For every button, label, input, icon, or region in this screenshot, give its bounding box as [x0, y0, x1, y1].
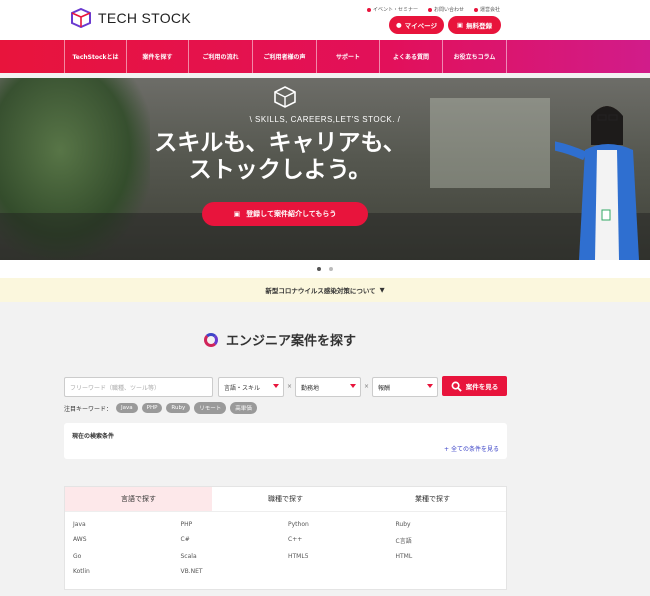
- register-button[interactable]: ▣ 無料登録: [448, 16, 501, 34]
- utility-link-events[interactable]: イベント・セミナー: [366, 6, 418, 13]
- salary-select[interactable]: 報酬: [372, 377, 438, 397]
- keyword-tag[interactable]: PHP: [141, 403, 163, 413]
- logo[interactable]: TECH STOCK: [70, 8, 191, 28]
- plus-icon: +: [444, 446, 450, 453]
- link-bullet-icon: [427, 7, 432, 12]
- logo-cube-icon: [71, 8, 91, 28]
- hero-banner: \ SKILLS, CAREERS,LET'S STOCK. / スキルも、キャ…: [0, 78, 650, 260]
- tab-language[interactable]: 言語で探す: [65, 487, 212, 512]
- site-header: TECH STOCK イベント・セミナー お問い合わせ 運営会社 ● マイページ…: [0, 0, 650, 40]
- link-bullet-icon: [473, 7, 478, 12]
- carousel-dot-1[interactable]: [317, 267, 321, 271]
- language-list: Java PHP Python Ruby AWS C# C++ C言語 Go S…: [73, 521, 503, 575]
- nav-item-search-jobs[interactable]: 案件を探す: [127, 40, 189, 73]
- id-card-icon: ▣: [233, 210, 241, 218]
- location-select[interactable]: 勤務地: [295, 377, 361, 397]
- carousel-dots: [0, 267, 650, 271]
- user-icon: ●: [395, 21, 402, 29]
- keyword-row: 注目キーワード： Java PHP Ruby リモート 高単価: [64, 402, 257, 414]
- search-submit-button[interactable]: 案件を見る: [442, 376, 507, 396]
- language-link[interactable]: VB.NET: [181, 568, 289, 575]
- caret-down-icon: ▼: [379, 286, 385, 294]
- keyword-tag[interactable]: 高単価: [230, 402, 257, 414]
- times-separator: ×: [287, 383, 293, 390]
- current-conditions-box: 現在の検索条件 + 全ての条件を見る: [64, 423, 507, 459]
- ring-icon: [204, 332, 218, 347]
- mypage-button[interactable]: ● マイページ: [389, 16, 444, 34]
- logo-text: TECH STOCK: [98, 10, 191, 26]
- nav-item-flow[interactable]: ご利用の流れ: [189, 40, 253, 73]
- nav-item-voices[interactable]: ご利用者様の声: [253, 40, 317, 73]
- id-card-icon: ▣: [456, 21, 464, 29]
- chevron-down-icon: [350, 384, 356, 388]
- keyword-tag[interactable]: リモート: [194, 402, 227, 414]
- search-icon: [451, 381, 462, 392]
- hero-tagline: \ SKILLS, CAREERS,LET'S STOCK. /: [249, 115, 401, 124]
- utility-link-contact[interactable]: お問い合わせ: [427, 6, 464, 13]
- category-panel: 言語で探す 職種で探す 業種で探す Java PHP Python Ruby A…: [64, 486, 507, 590]
- language-link[interactable]: HTML: [396, 553, 504, 560]
- chevron-down-icon: [273, 384, 279, 388]
- language-link[interactable]: C言語: [396, 536, 504, 545]
- language-link[interactable]: Scala: [181, 553, 289, 560]
- carousel-dot-2[interactable]: [329, 267, 333, 271]
- nav-item-faq[interactable]: よくある質問: [380, 40, 443, 73]
- language-link[interactable]: Kotlin: [73, 568, 181, 575]
- freeword-input[interactable]: フリーワード（職種、ツール等）: [64, 377, 213, 397]
- nav-item-support[interactable]: サポート: [317, 40, 380, 73]
- keyword-tag[interactable]: Java: [116, 403, 138, 413]
- link-bullet-icon: [366, 7, 371, 12]
- nav-item-about[interactable]: TechStockとは: [64, 40, 127, 73]
- keyword-tag[interactable]: Ruby: [166, 403, 191, 413]
- global-nav: TechStockとは 案件を探す ご利用の流れ ご利用者様の声 サポート よく…: [0, 40, 650, 73]
- nav-item-column[interactable]: お役立ちコラム: [443, 40, 507, 73]
- hero-cta-button[interactable]: ▣ 登録して案件紹介してもらう: [202, 202, 368, 226]
- utility-link-company[interactable]: 運営会社: [473, 6, 500, 13]
- language-link[interactable]: C#: [181, 536, 289, 545]
- covid-notice[interactable]: 新型コロナウイルス感染対策について ▼: [0, 278, 650, 302]
- tab-job-type[interactable]: 職種で探す: [212, 487, 359, 512]
- chevron-down-icon: [427, 384, 433, 388]
- search-section-title: エンジニア案件を探す: [204, 330, 356, 349]
- language-link[interactable]: C++: [288, 536, 396, 545]
- language-select[interactable]: 言語・スキル: [218, 377, 284, 397]
- times-separator: ×: [364, 383, 370, 390]
- tab-industry[interactable]: 業種で探す: [359, 487, 506, 512]
- language-link[interactable]: HTML5: [288, 553, 396, 560]
- language-link[interactable]: Ruby: [396, 521, 504, 528]
- language-link[interactable]: PHP: [181, 521, 289, 528]
- language-link[interactable]: Go: [73, 553, 181, 560]
- hero-cube-icon: [274, 86, 296, 108]
- language-link[interactable]: Java: [73, 521, 181, 528]
- hero-title: スキルも、キャリアも、 ストックしよう。: [154, 130, 406, 183]
- show-all-conditions-link[interactable]: + 全ての条件を見る: [444, 444, 499, 453]
- language-link[interactable]: AWS: [73, 536, 181, 545]
- utility-links: イベント・セミナー お問い合わせ 運営会社: [366, 6, 500, 13]
- language-link[interactable]: Python: [288, 521, 396, 528]
